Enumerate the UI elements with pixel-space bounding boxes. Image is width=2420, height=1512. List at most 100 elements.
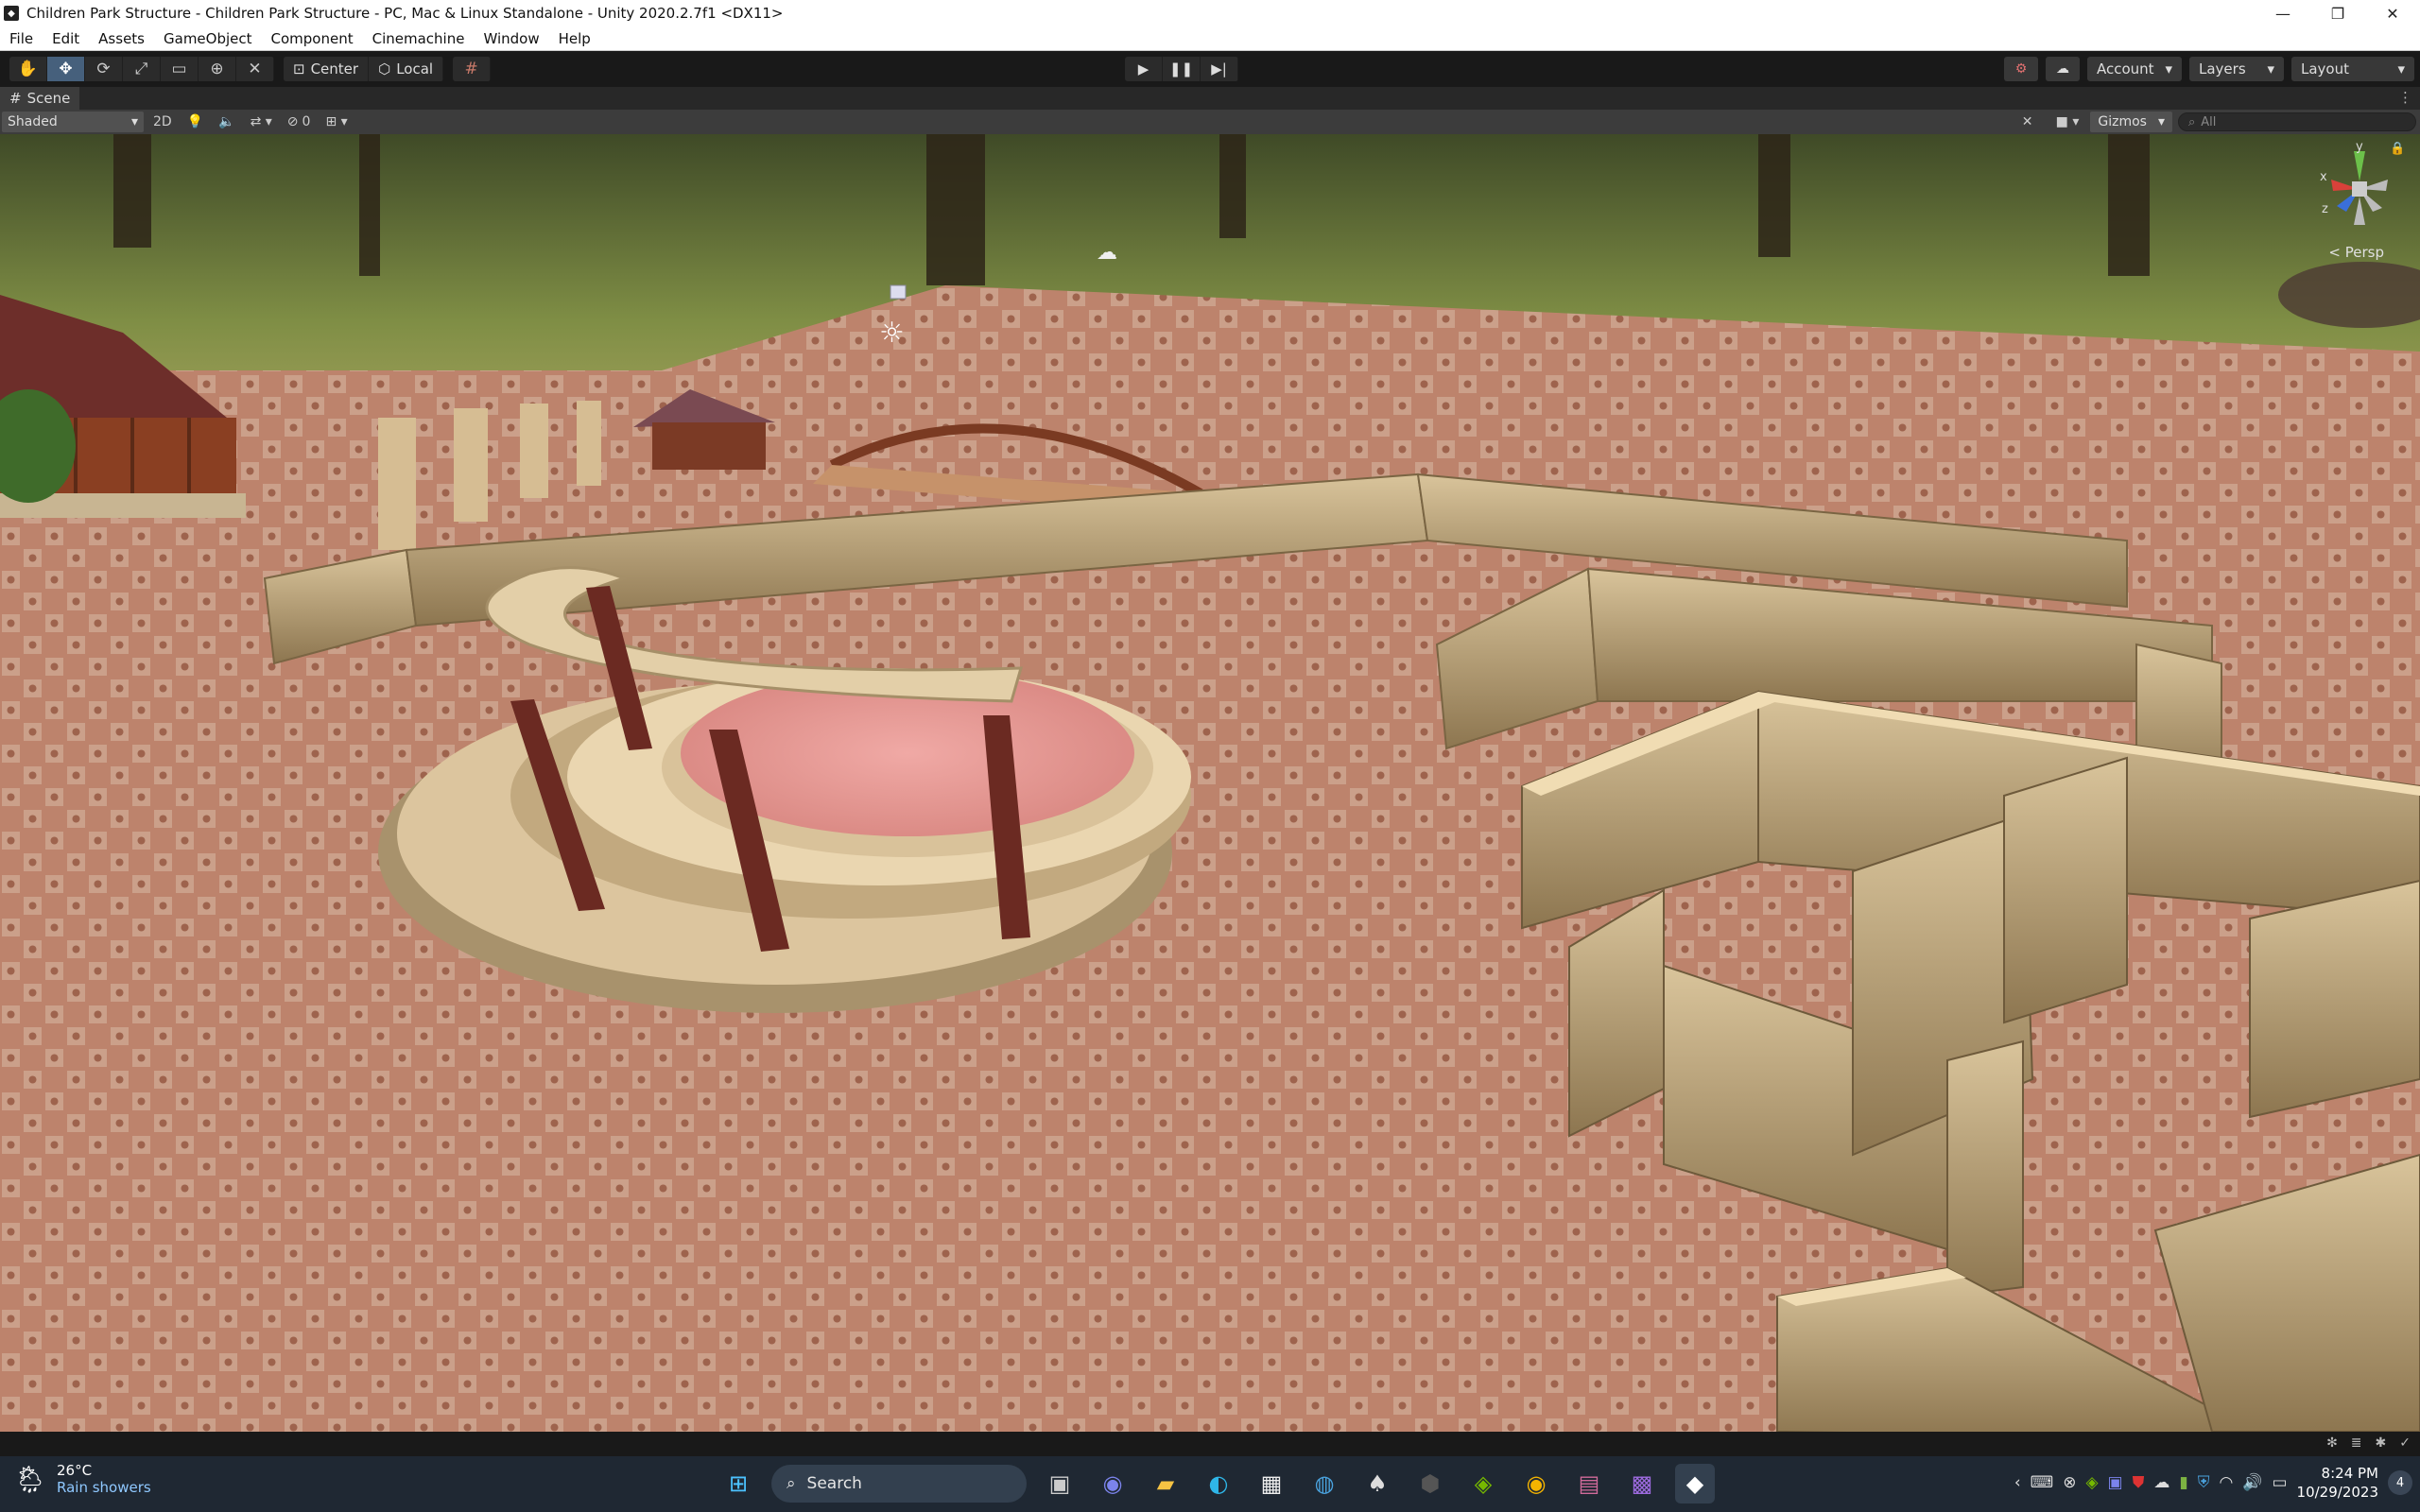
step-button[interactable]: ▶|	[1201, 57, 1238, 81]
menu-help[interactable]: Help	[549, 26, 600, 51]
scene-viewport[interactable]: ☼ ☁ y x z 🔒 < Persp	[0, 134, 2420, 1432]
axis-z-label: z	[2322, 202, 2328, 216]
scene-grid-icon: #	[9, 90, 22, 107]
pivot-group: ⊡ Center ⬡ Local	[284, 57, 444, 81]
debug-icon[interactable]: ✱	[2376, 1435, 2387, 1451]
clapper-app-icon[interactable]: ▩	[1622, 1464, 1662, 1503]
grid-toggle-icon[interactable]: ⊞ ▾	[320, 112, 353, 132]
custom-tool-icon[interactable]: ✕	[236, 57, 274, 81]
tab-scene[interactable]: # Scene	[0, 87, 80, 110]
battery-app-icon[interactable]: ▮	[2179, 1473, 2187, 1492]
collab-icon[interactable]: ⚙	[2004, 57, 2038, 81]
audio-toggle-icon[interactable]: 🔈	[213, 112, 240, 132]
menu-assets[interactable]: Assets	[89, 26, 154, 51]
play-button[interactable]: ▶	[1125, 57, 1163, 81]
teams-tray-icon[interactable]: ▣	[2108, 1473, 2123, 1492]
defender-icon[interactable]: ⛨	[2198, 1473, 2210, 1492]
menu-window[interactable]: Window	[474, 26, 548, 51]
camera-settings-icon[interactable]: ■ ▾	[2050, 112, 2085, 132]
pivot-local-label: Local	[396, 60, 434, 77]
minimize-button[interactable]: —	[2256, 0, 2310, 26]
transform-tool-icon[interactable]: ⊕	[199, 57, 236, 81]
file-explorer-icon[interactable]: ▰	[1146, 1464, 1185, 1503]
cloud-tray-icon[interactable]: ☁	[2153, 1473, 2169, 1492]
edge-icon[interactable]: ◐	[1199, 1464, 1238, 1503]
effects-toggle-icon[interactable]: ⇄ ▾	[245, 112, 278, 132]
scene-tab-bar: # Scene ⋮	[0, 87, 2420, 110]
move-tool-icon[interactable]: ✥	[47, 57, 85, 81]
input-method-icon[interactable]: ⌨	[2031, 1473, 2054, 1492]
projection-label[interactable]: < Persp	[2328, 244, 2384, 261]
lock-icon[interactable]: 🔒	[2390, 142, 2405, 156]
pause-button[interactable]: ❚❚	[1163, 57, 1201, 81]
clock-date: 10/29/2023	[2296, 1484, 2378, 1501]
title-bar: ◆ Children Park Structure - Children Par…	[0, 0, 2420, 26]
taskbar: 🌦 26°C Rain showers ⊞ ⌕ Search ▣ ◉ ▰ ◐ ▦…	[0, 1456, 2420, 1512]
check-icon[interactable]: ✓	[2399, 1435, 2411, 1451]
nvidia-tray-icon[interactable]: ◈	[2085, 1473, 2098, 1492]
scene-tab-label: Scene	[26, 90, 71, 107]
photos-icon[interactable]: ◍	[1305, 1464, 1344, 1503]
taskbar-search[interactable]: ⌕ Search	[771, 1465, 1027, 1503]
nvidia-icon[interactable]: ◈	[1463, 1464, 1503, 1503]
weather-widget[interactable]: 🌦 26°C Rain showers	[13, 1462, 151, 1496]
chat-icon[interactable]: ◉	[1093, 1464, 1132, 1503]
axis-gizmo-icon	[2331, 151, 2388, 225]
shading-mode-label: Shaded	[8, 114, 58, 129]
task-view-icon[interactable]: ▣	[1040, 1464, 1080, 1503]
chevron-down-icon: ▾	[2397, 60, 2405, 77]
notification-badge[interactable]: 4	[2388, 1470, 2412, 1495]
shield-app-icon[interactable]: ⬢	[1410, 1464, 1450, 1503]
bug-icon[interactable]: ✻	[2326, 1435, 2338, 1451]
xbox-icon[interactable]: ⊗	[2063, 1473, 2076, 1492]
pivot-local-button[interactable]: ⬡ Local	[369, 57, 444, 81]
grid-snap-icon[interactable]: #	[453, 57, 492, 81]
hidden-objects-toggle[interactable]: ⊘ 0	[282, 112, 317, 132]
unity-taskbar-icon[interactable]: ◆	[1675, 1464, 1715, 1503]
hand-tool-icon[interactable]: ✋	[9, 57, 47, 81]
gizmos-label: Gizmos	[2098, 114, 2147, 129]
snap-group: #	[453, 57, 492, 81]
shading-mode-dropdown[interactable]: Shaded ▾	[2, 112, 144, 132]
clock[interactable]: 8:24 PM 10/29/2023	[2297, 1464, 2378, 1502]
layout-dropdown[interactable]: Layout ▾	[2291, 57, 2414, 81]
svg-text:☼: ☼	[879, 317, 905, 350]
alien-icon[interactable]: ♠	[1357, 1464, 1397, 1503]
wifi-icon[interactable]: ◠	[2219, 1473, 2233, 1492]
maximize-button[interactable]: ❐	[2310, 0, 2365, 26]
close-button[interactable]: ✕	[2365, 0, 2420, 26]
gizmos-dropdown[interactable]: Gizmos ▾	[2090, 112, 2172, 132]
antivirus-icon[interactable]: ⛊	[2133, 1473, 2145, 1492]
volume-icon[interactable]: 🔊	[2242, 1473, 2262, 1492]
main-toolbar: ✋ ✥ ⟳ ⤢ ▭ ⊕ ✕ ⊡ Center ⬡ Local # ▶ ❚❚ ▶|…	[0, 51, 2420, 87]
taskbar-apps: ⊞ ⌕ Search ▣ ◉ ▰ ◐ ▦ ◍ ♠ ⬢ ◈ ◉ ▤ ▩ ◆	[718, 1464, 1715, 1503]
windows-start-icon[interactable]: ⊞	[718, 1464, 758, 1503]
menu-gameobject[interactable]: GameObject	[154, 26, 262, 51]
rotate-tool-icon[interactable]: ⟳	[85, 57, 123, 81]
layout-label: Layout	[2301, 60, 2349, 77]
lighting-toggle-icon[interactable]: 💡	[182, 112, 209, 132]
menu-edit[interactable]: Edit	[43, 26, 89, 51]
cloud-icon[interactable]: ☁	[2046, 57, 2080, 81]
tray-arrow-icon[interactable]: ‹	[2014, 1473, 2021, 1492]
system-tray: ‹ ⌨ ⊗ ◈ ▣ ⛊ ☁ ▮ ⛨ ◠ 🔊 ▭ 8:24 PM 10/29/20…	[2014, 1464, 2412, 1502]
tools-toggle-icon[interactable]: ✕	[2014, 112, 2041, 132]
menu-file[interactable]: File	[0, 26, 43, 51]
chevron-down-icon: ▾	[2157, 114, 2165, 129]
store-icon[interactable]: ▦	[1252, 1464, 1291, 1503]
battery-icon[interactable]: ▭	[2272, 1473, 2287, 1492]
toggle-2d-button[interactable]: 2D	[147, 112, 178, 132]
pivot-center-button[interactable]: ⊡ Center	[284, 57, 370, 81]
search-icon: ⌕	[2188, 114, 2196, 129]
panel-menu-icon[interactable]: ⋮	[2398, 89, 2412, 106]
account-dropdown[interactable]: Account ▾	[2087, 57, 2182, 81]
collab-status-icon[interactable]: ≣	[2351, 1435, 2362, 1451]
scene-search-input[interactable]: ⌕ All	[2178, 112, 2416, 131]
scale-tool-icon[interactable]: ⤢	[123, 57, 161, 81]
rect-tool-icon[interactable]: ▭	[161, 57, 199, 81]
menu-component[interactable]: Component	[262, 26, 363, 51]
chrome-icon[interactable]: ◉	[1516, 1464, 1556, 1503]
layers-dropdown[interactable]: Layers ▾	[2189, 57, 2284, 81]
notes-app-icon[interactable]: ▤	[1569, 1464, 1609, 1503]
menu-cinemachine[interactable]: Cinemachine	[363, 26, 475, 51]
